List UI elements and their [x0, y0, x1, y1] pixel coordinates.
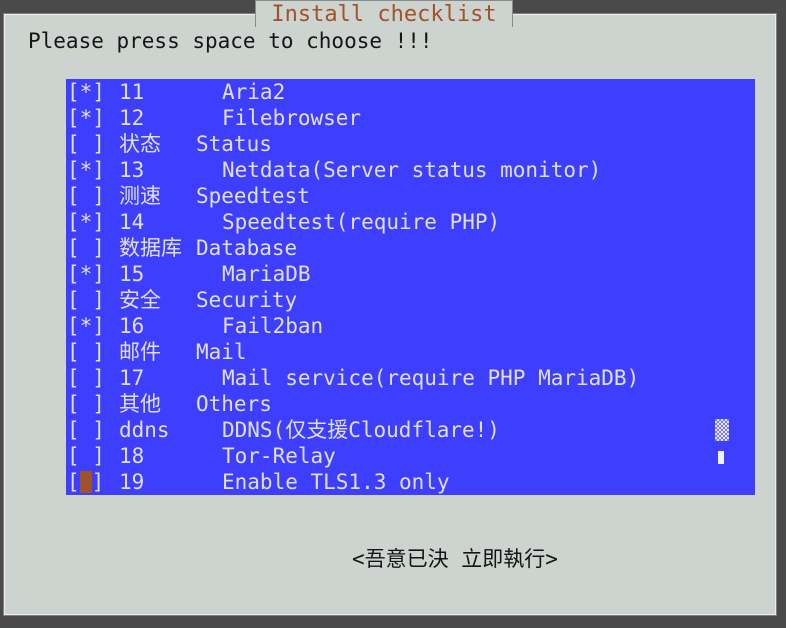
checklist-item[interactable]: [*] 13 Netdata(Server status monitor): [66, 157, 755, 183]
item-tag: 18: [119, 444, 145, 468]
item-label: Aria2: [222, 80, 286, 104]
item-label: Speedtest(require PHP): [222, 210, 501, 234]
item-label: DDNS(仅支援Cloudflare!): [222, 418, 500, 442]
item-tag: 测速: [119, 184, 161, 208]
item-label: Netdata(Server status monitor): [222, 158, 602, 182]
item-tag: 邮件: [119, 340, 161, 364]
checklist-item[interactable]: [ ] 18 Tor-Relay: [66, 443, 755, 469]
checklist-item[interactable]: [] 19 Enable TLS1.3 only: [66, 469, 755, 495]
checklist-item[interactable]: [ ] 测速 Speedtest: [66, 183, 755, 209]
checkbox[interactable]: [*]: [67, 261, 105, 287]
checkbox[interactable]: [ ]: [67, 235, 105, 261]
checkbox[interactable]: [ ]: [67, 287, 105, 313]
item-label: Speedtest: [196, 184, 310, 208]
item-label: Database: [196, 236, 298, 260]
item-tag: 17: [119, 366, 145, 390]
item-tag: 16: [119, 314, 145, 338]
checklist[interactable]: [*] 11 Aria2 [*] 12 Filebrowser[ ] 状态 Status [*]…: [66, 79, 755, 495]
item-label: MariaDB: [222, 262, 311, 286]
dialog-prompt: Please press space to choose !!!: [28, 29, 433, 53]
checklist-item[interactable]: [ ] 安全 Security: [66, 287, 755, 313]
item-label: Filebrowser: [222, 106, 362, 130]
checklist-item[interactable]: [*] 11 Aria2: [66, 79, 755, 105]
checkbox[interactable]: [*]: [67, 209, 105, 235]
checkbox[interactable]: [ ]: [67, 417, 105, 443]
checkbox[interactable]: [*]: [67, 313, 105, 339]
checklist-item[interactable]: [ ] 其他 Others: [66, 391, 755, 417]
checkbox[interactable]: [ ]: [67, 365, 105, 391]
checkbox[interactable]: [*]: [67, 105, 105, 131]
item-tag: 13: [119, 158, 145, 182]
cursor-indicator: [79, 471, 92, 493]
item-tag: 14: [119, 210, 145, 234]
checklist-item[interactable]: [*] 12 Filebrowser: [66, 105, 755, 131]
checkbox[interactable]: [ ]: [67, 183, 105, 209]
item-label: Security: [196, 288, 298, 312]
item-label: Tor-Relay: [222, 444, 336, 468]
item-tag: 状态: [119, 132, 161, 156]
item-tag: 15: [119, 262, 145, 286]
checkbox[interactable]: []: [67, 469, 104, 495]
checkbox[interactable]: [ ]: [67, 339, 105, 365]
item-label: Mail service(require PHP MariaDB): [222, 366, 640, 390]
item-tag: ddns: [119, 418, 170, 442]
item-label: Status: [196, 132, 272, 156]
checklist-item[interactable]: [*] 16 Fail2ban: [66, 313, 755, 339]
checkbox[interactable]: [*]: [67, 157, 105, 183]
checklist-item[interactable]: [ ] ddns DDNS(仅支援Cloudflare!): [66, 417, 755, 443]
checkbox[interactable]: [ ]: [67, 391, 105, 417]
dialog-title: Install checklist: [255, 0, 513, 27]
item-tag: 安全: [119, 288, 161, 312]
checklist-item[interactable]: [ ] 17 Mail service(require PHP MariaDB): [66, 365, 755, 391]
checklist-item[interactable]: [*] 14 Speedtest(require PHP): [66, 209, 755, 235]
checklist-item[interactable]: [ ] 邮件 Mail: [66, 339, 755, 365]
checkbox[interactable]: [ ]: [67, 131, 105, 157]
item-label: Others: [196, 392, 272, 416]
checkbox[interactable]: [ ]: [67, 443, 105, 469]
checkbox[interactable]: [*]: [67, 79, 105, 105]
item-label: Mail: [196, 340, 247, 364]
item-tag: 19: [119, 470, 145, 494]
item-tag: 数据库: [119, 236, 182, 260]
item-tag: 12: [119, 106, 145, 130]
item-tag: 11: [119, 80, 145, 104]
item-label: Fail2ban: [222, 314, 324, 338]
item-tag: 其他: [119, 392, 161, 416]
checklist-item[interactable]: [ ] 数据库 Database: [66, 235, 755, 261]
confirm-install-button[interactable]: <吾意已決 立即執行>: [352, 546, 558, 572]
item-label: Enable TLS1.3 only: [222, 470, 450, 494]
checklist-item[interactable]: [ ] 状态 Status: [66, 131, 755, 157]
checklist-item[interactable]: [*] 15 MariaDB: [66, 261, 755, 287]
